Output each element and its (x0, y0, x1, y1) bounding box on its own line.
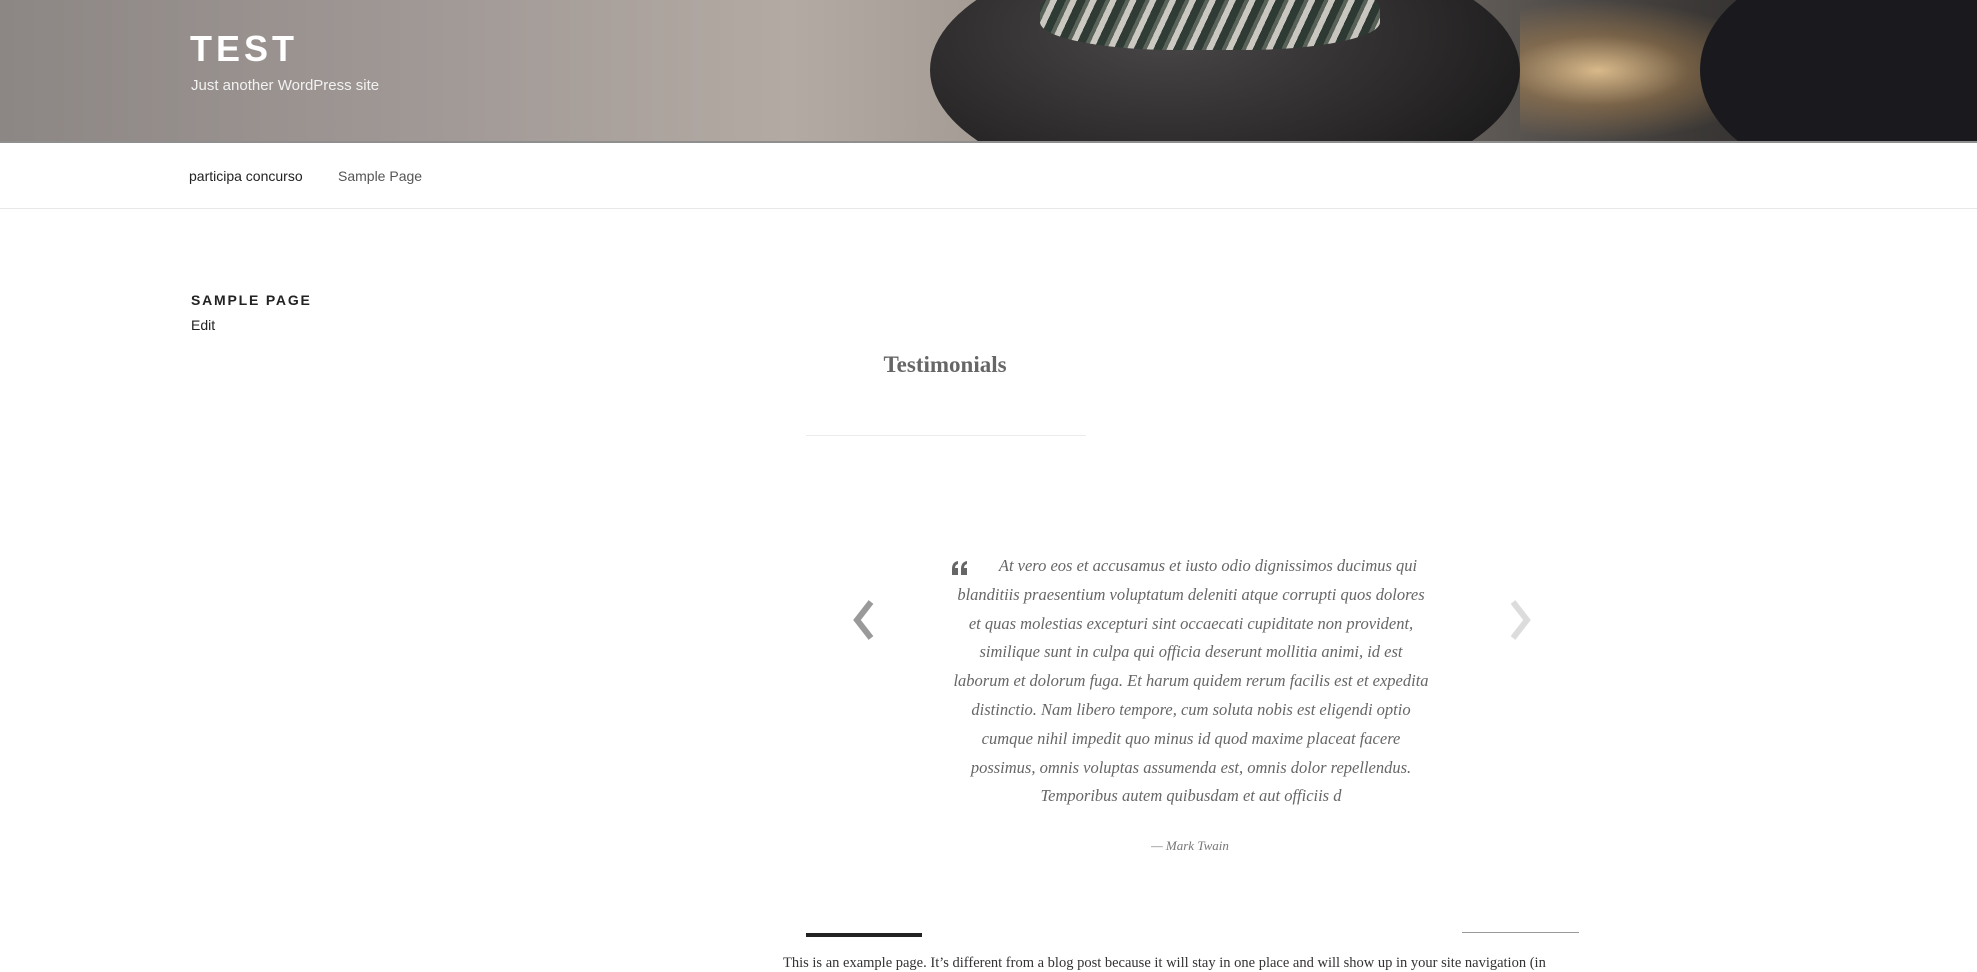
page-body-text: This is an example page. It’s different … (783, 955, 1546, 971)
title-divider (806, 435, 1086, 436)
carousel-prev-button[interactable] (849, 598, 879, 642)
carousel-indicator[interactable] (1462, 932, 1579, 933)
main-navigation: participa concurso Sample Page (0, 143, 1977, 209)
chevron-right-icon (1510, 600, 1531, 640)
site-title[interactable]: TEST (190, 28, 298, 70)
nav-item-sample-page[interactable]: Sample Page (338, 168, 422, 184)
testimonials-title: Testimonials (883, 352, 1007, 377)
carousel-next-button[interactable] (1505, 598, 1535, 642)
header-image-shadow (1700, 0, 1977, 141)
testimonial-author: — Mark Twain (1151, 838, 1229, 853)
nav-item-participa-concurso[interactable]: participa concurso (189, 168, 303, 184)
page-title: SAMPLE PAGE (191, 292, 312, 308)
site-tagline: Just another WordPress site (191, 77, 380, 94)
carousel-indicator-active[interactable] (806, 933, 922, 937)
testimonial-quote: At vero eos et accusamus et iusto odio d… (953, 556, 1429, 806)
site-header: TEST Just another WordPress site (0, 0, 1977, 143)
edit-link[interactable]: Edit (191, 317, 215, 333)
chevron-left-icon (853, 600, 874, 640)
header-image-plant (1040, 0, 1380, 50)
